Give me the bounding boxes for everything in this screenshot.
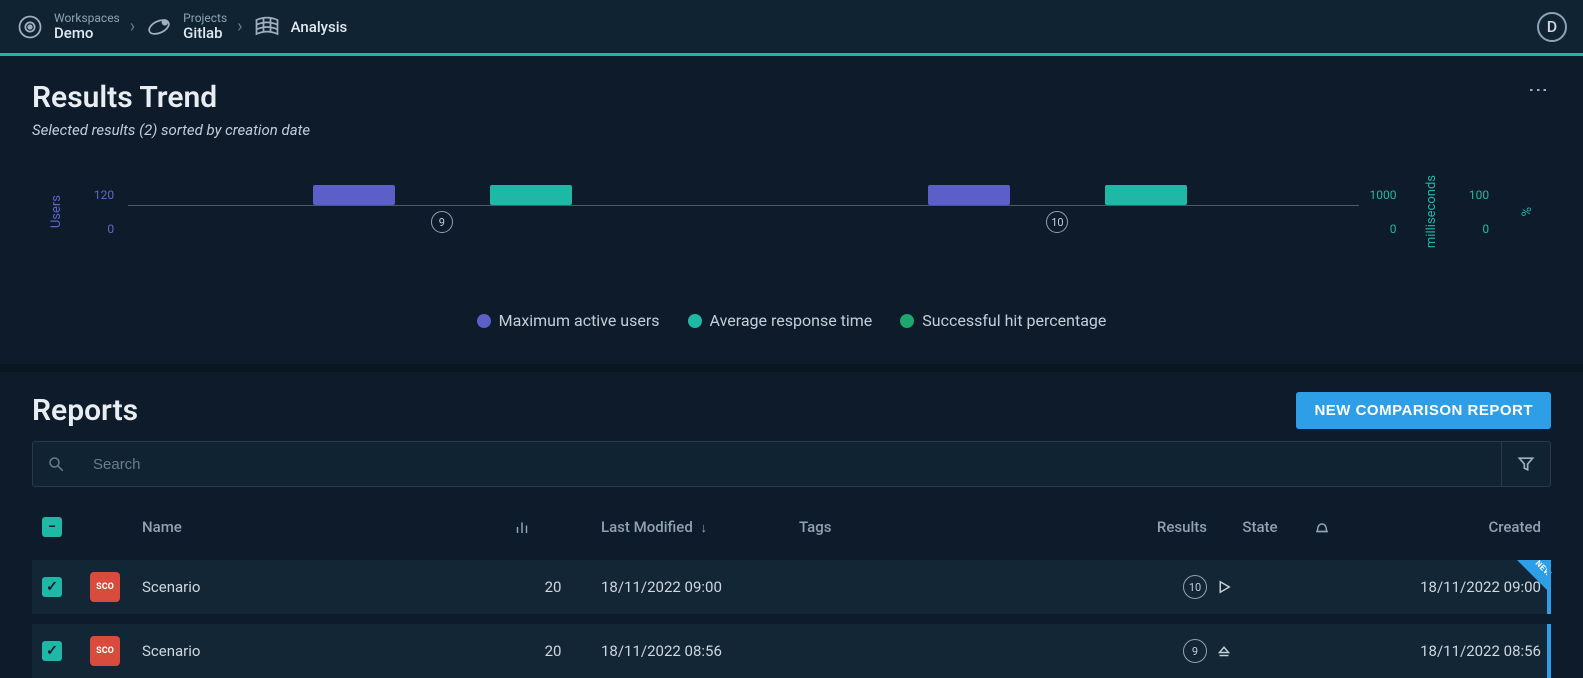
- chevron-right-icon: ›: [130, 16, 135, 37]
- breadcrumb: Workspaces Demo › Projects Gitlab ›: [16, 12, 347, 42]
- table-row[interactable]: SCO Scenario 20 18/11/2022 08:56 9 18/11…: [32, 624, 1551, 678]
- y-axis-users: Users: [32, 157, 80, 267]
- more-menu-icon[interactable]: ⋮: [1527, 80, 1551, 102]
- legend-item[interactable]: Average response time: [688, 311, 873, 330]
- topbar: Workspaces Demo › Projects Gitlab ›: [0, 0, 1583, 56]
- play-icon[interactable]: [1215, 578, 1305, 596]
- legend-label: Successful hit percentage: [922, 311, 1106, 330]
- reports-table: Name Last Modified ↓ Tags Results State …: [32, 505, 1551, 678]
- analysis-icon: [253, 13, 281, 41]
- cell-created: 18/11/2022 08:56: [1381, 642, 1541, 660]
- cell-last-modified: 18/11/2022 09:00: [601, 578, 791, 596]
- y-axis-pct: %: [1503, 157, 1551, 267]
- y-tick: 0: [1370, 222, 1397, 236]
- new-ribbon: NEW: [1517, 560, 1551, 594]
- scenario-icon: SCO: [90, 636, 120, 666]
- col-name[interactable]: Name: [142, 518, 505, 536]
- y-axis-pct-label: %: [1520, 207, 1535, 217]
- table-row[interactable]: SCO Scenario 20 18/11/2022 09:00 10 18/1…: [32, 560, 1551, 614]
- col-last-modified[interactable]: Last Modified ↓: [601, 518, 791, 536]
- cell-last-modified: 18/11/2022 08:56: [601, 642, 791, 660]
- workspace-label: Workspaces: [54, 12, 120, 25]
- legend-item[interactable]: Maximum active users: [477, 311, 660, 330]
- y-axis-users-label: Users: [49, 195, 64, 228]
- analysis-label: Analysis: [291, 18, 348, 36]
- bar-users: [313, 185, 395, 205]
- breadcrumb-workspace[interactable]: Workspaces Demo: [16, 12, 120, 42]
- bar-response: [490, 185, 572, 205]
- swatch-icon: [688, 314, 702, 328]
- trend-subtitle: Selected results (2) sorted by creation …: [32, 121, 310, 139]
- cell-results: 10: [1107, 575, 1207, 599]
- y-tick: 1000: [1370, 188, 1397, 202]
- result-badge: 10: [1183, 575, 1207, 599]
- legend-label: Average response time: [710, 311, 873, 330]
- filter-icon[interactable]: [1501, 442, 1550, 486]
- plot-area: 9 10: [128, 157, 1359, 267]
- project-icon: [145, 13, 173, 41]
- col-state[interactable]: State: [1215, 518, 1305, 536]
- bar-response: [1105, 185, 1187, 205]
- workspace-icon: [16, 13, 44, 41]
- y-axis-pct-ticks: 100 0: [1455, 157, 1503, 267]
- row-checkbox[interactable]: [42, 577, 62, 597]
- legend-item[interactable]: Successful hit percentage: [900, 311, 1106, 330]
- scenario-icon: SCO: [90, 572, 120, 602]
- chevron-right-icon: ›: [237, 16, 242, 37]
- project-label: Projects: [183, 12, 227, 25]
- project-value: Gitlab: [183, 25, 227, 42]
- table-header: Name Last Modified ↓ Tags Results State …: [32, 505, 1551, 550]
- cell-count: 20: [513, 578, 593, 596]
- y-tick: 0: [94, 222, 114, 236]
- workspace-value: Demo: [54, 25, 120, 42]
- chart-legend: Maximum active users Average response ti…: [32, 311, 1551, 330]
- row-checkbox[interactable]: [42, 641, 62, 661]
- y-axis-ms-label: milliseconds: [1424, 175, 1439, 248]
- cell-results: 9: [1107, 639, 1207, 663]
- select-all-checkbox[interactable]: [42, 517, 62, 537]
- reports-header: Reports NEW COMPARISON REPORT: [0, 372, 1583, 441]
- trend-chart: Users 120 0 9 10: [32, 157, 1551, 267]
- panel-divider: [0, 364, 1583, 372]
- baseline: [128, 205, 1359, 206]
- col-tags[interactable]: Tags: [799, 518, 1099, 536]
- legend-label: Maximum active users: [499, 311, 660, 330]
- search-icon: [33, 455, 79, 473]
- trend-title: Results Trend: [32, 80, 310, 115]
- x-tick: 9: [431, 211, 453, 233]
- breadcrumb-project[interactable]: Projects Gitlab: [145, 12, 227, 42]
- sort-desc-icon: ↓: [701, 521, 708, 536]
- y-tick: 100: [1469, 188, 1489, 202]
- col-last-modified-label: Last Modified: [601, 518, 693, 536]
- cell-count: 20: [513, 642, 593, 660]
- avatar[interactable]: D: [1537, 12, 1567, 42]
- y-tick: 120: [94, 188, 114, 202]
- bar-users: [928, 185, 1010, 205]
- y-axis-ms: milliseconds: [1407, 157, 1455, 267]
- reports-title: Reports: [32, 393, 138, 428]
- y-axis-users-ticks: 120 0: [80, 157, 128, 267]
- y-axis-ms-ticks: 1000 0: [1359, 157, 1407, 267]
- cell-name: Scenario: [142, 578, 505, 596]
- col-results[interactable]: Results: [1107, 518, 1207, 536]
- cell-name: Scenario: [142, 642, 505, 660]
- eject-icon[interactable]: [1215, 642, 1305, 660]
- swatch-icon: [477, 314, 491, 328]
- new-comparison-button[interactable]: NEW COMPARISON REPORT: [1296, 392, 1551, 429]
- result-badge: 9: [1183, 639, 1207, 663]
- col-bell-icon[interactable]: [1313, 518, 1373, 536]
- results-trend-panel: Results Trend Selected results (2) sorte…: [0, 56, 1583, 354]
- search-input[interactable]: [79, 444, 1501, 485]
- breadcrumb-analysis[interactable]: Analysis: [253, 13, 348, 41]
- swatch-icon: [900, 314, 914, 328]
- x-tick: 10: [1046, 211, 1068, 233]
- col-created[interactable]: Created: [1381, 518, 1541, 536]
- search-bar: [32, 441, 1551, 487]
- col-chart-icon[interactable]: [513, 518, 593, 536]
- y-tick: 0: [1469, 222, 1489, 236]
